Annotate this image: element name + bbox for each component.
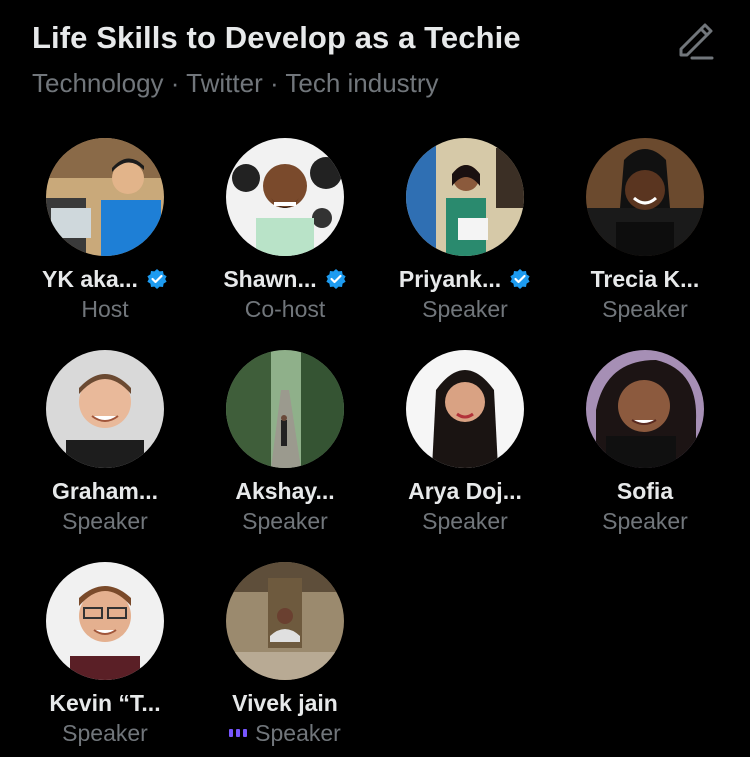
- verified-badge-icon: [326, 269, 346, 289]
- participant-card[interactable]: Arya Doj... Speaker: [375, 350, 555, 536]
- pencil-icon[interactable]: [674, 18, 716, 60]
- participant-role: Speaker: [242, 507, 328, 534]
- avatar: [46, 350, 164, 468]
- avatar: [586, 350, 704, 468]
- participant-role: Speaker: [602, 295, 688, 322]
- participant-name: Shawn...: [223, 265, 317, 292]
- participant-role: Speaker: [422, 507, 508, 534]
- avatar: [586, 138, 704, 256]
- avatar: [406, 350, 524, 468]
- participant-name: Graham...: [51, 477, 159, 504]
- participant-card[interactable]: Sofia Speaker: [555, 350, 735, 536]
- participant-name: Kevin “T...: [49, 689, 161, 716]
- participant-card[interactable]: YK aka... Host: [15, 138, 195, 324]
- participant-name: Vivek jain: [232, 689, 338, 716]
- avatar: [46, 562, 164, 680]
- participant-role: Speaker: [422, 295, 508, 322]
- participant-role: Host: [81, 295, 129, 322]
- participant-name: Trecia K...: [590, 265, 700, 292]
- avatar: [226, 138, 344, 256]
- avatar: [406, 138, 524, 256]
- participant-name: Sofia: [616, 477, 674, 504]
- participant-role: Speaker: [62, 719, 148, 746]
- participant-card[interactable]: Priyank... Speaker: [375, 138, 555, 324]
- space-title: Life Skills to Develop as a Techie: [32, 20, 521, 55]
- speaking-indicator-icon: [229, 729, 248, 737]
- participant-role: Speaker: [602, 507, 688, 534]
- participant-role: Speaker: [62, 507, 148, 534]
- avatar: [226, 562, 344, 680]
- avatar: [226, 350, 344, 468]
- participant-card[interactable]: Trecia K... Speaker: [555, 138, 735, 324]
- participant-name: Akshay...: [235, 477, 335, 504]
- space-topics: Technology · Twitter · Tech industry: [32, 68, 439, 98]
- participant-name: Priyank...: [398, 265, 502, 292]
- verified-badge-icon: [147, 269, 167, 289]
- participant-card[interactable]: Graham... Speaker: [15, 350, 195, 536]
- participant-role: Co-host: [244, 295, 326, 322]
- participant-card[interactable]: Vivek jain Speaker: [195, 562, 375, 748]
- avatar: [46, 138, 164, 256]
- participant-card[interactable]: Akshay... Speaker: [195, 350, 375, 536]
- participant-role: Speaker: [255, 719, 341, 746]
- space-header: Life Skills to Develop as a Techie Techn…: [32, 18, 632, 100]
- participant-name: YK aka...: [42, 265, 138, 292]
- participant-name: Arya Doj...: [408, 477, 522, 504]
- verified-badge-icon: [510, 269, 530, 289]
- participant-card[interactable]: Shawn... Co-host: [195, 138, 375, 324]
- participant-card[interactable]: Kevin “T... Speaker: [15, 562, 195, 748]
